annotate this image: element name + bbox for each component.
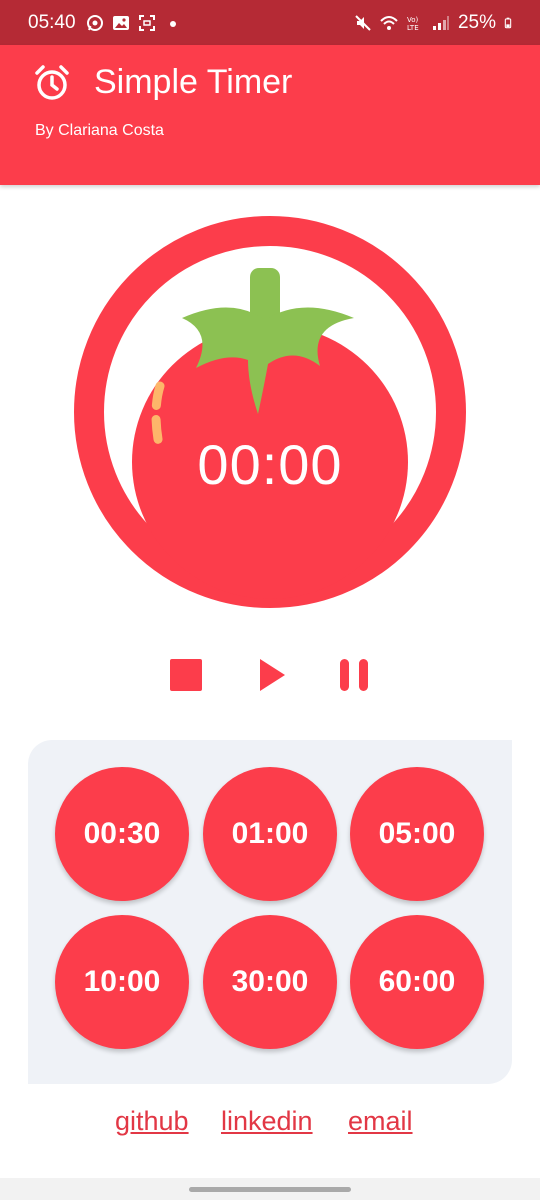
- preset-button-01-00[interactable]: 01:00: [203, 767, 337, 901]
- email-link[interactable]: email: [348, 1106, 413, 1137]
- status-bar: 05:40 Vo) LTE 25%: [0, 0, 540, 45]
- battery-percent: 25%: [457, 12, 496, 33]
- screenshot-icon: [139, 15, 155, 31]
- home-gesture-handle[interactable]: [189, 1187, 351, 1192]
- signal-icon: [432, 16, 449, 30]
- preset-button-00-30[interactable]: 00:30: [55, 767, 189, 901]
- preset-button-60-00[interactable]: 60:00: [350, 915, 484, 1049]
- app-title: Simple Timer: [94, 63, 293, 101]
- timer-controls: [0, 652, 540, 698]
- battery-icon: [504, 17, 512, 29]
- preset-button-10-00[interactable]: 10:00: [55, 915, 189, 1049]
- timer-dial: [74, 216, 466, 608]
- whatsapp-icon: [87, 15, 103, 31]
- github-link[interactable]: github: [115, 1106, 189, 1137]
- volte-icon: Vo) LTE: [407, 16, 419, 32]
- status-icons-right: Vo) LTE 25%: [354, 12, 516, 34]
- status-time: 05:40: [28, 12, 76, 33]
- svg-text:Vo): Vo): [407, 16, 419, 24]
- alarm-clock-icon: [35, 65, 69, 100]
- pause-icon[interactable]: [331, 652, 377, 698]
- preset-button-05-00[interactable]: 05:00: [350, 767, 484, 901]
- preset-panel: 00:30 01:00 05:00 10:00 30:00 60:00: [28, 740, 512, 1084]
- status-icons-left: [86, 14, 182, 32]
- stop-icon[interactable]: [163, 652, 209, 698]
- mute-icon: [355, 15, 371, 31]
- footer-links: github linkedin email: [0, 1106, 540, 1146]
- app-bar: Simple Timer By Clariana Costa: [0, 45, 540, 185]
- gallery-icon: [113, 16, 129, 30]
- navigation-bar: [0, 1178, 540, 1200]
- svg-text:LTE: LTE: [407, 24, 419, 32]
- wifi-icon: [380, 16, 398, 30]
- linkedin-link[interactable]: linkedin: [221, 1106, 313, 1137]
- dot-icon: [170, 21, 176, 27]
- timer-display: 00:00: [197, 433, 343, 496]
- play-icon[interactable]: [249, 652, 295, 698]
- app-subtitle: By Clariana Costa: [35, 122, 164, 139]
- preset-button-30-00[interactable]: 30:00: [203, 915, 337, 1049]
